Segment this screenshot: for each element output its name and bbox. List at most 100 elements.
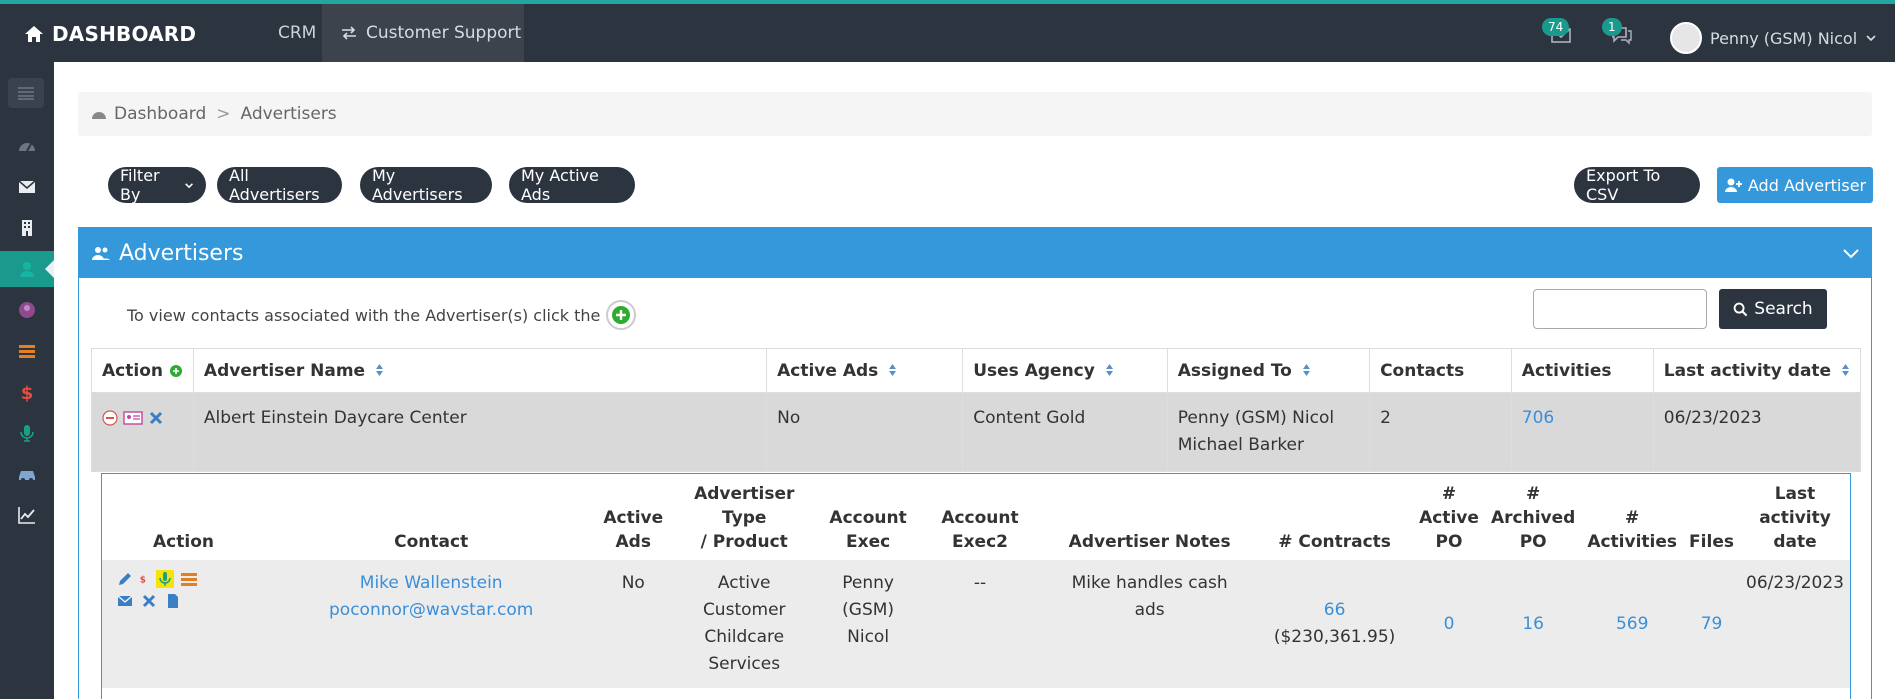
sub-col-exec2-l2: Exec2: [951, 532, 1008, 552]
my-active-ads-button[interactable]: My Active Ads: [509, 166, 635, 204]
chevron-down-icon: [185, 182, 193, 188]
breadcrumb-separator: >: [216, 104, 231, 124]
top-navbar: DASHBOARD CRM Customer Support 74 1 Penn…: [0, 0, 1895, 62]
user-plus-icon: [1724, 178, 1742, 192]
mail-notifications[interactable]: 74: [1542, 18, 1574, 46]
row-last-activity: 06/23/2023: [1652, 392, 1862, 472]
col-advertiser-name-label: Advertiser Name: [203, 360, 366, 381]
sub-col-archived-po-l1: #: [1526, 484, 1541, 504]
sub-col-active-ads: Active Ads: [597, 474, 669, 560]
home-icon: [25, 26, 43, 42]
assigned-secondary: Michael Barker: [1177, 435, 1305, 455]
active-po-link[interactable]: 0: [1413, 560, 1485, 688]
col-last-activity-date[interactable]: Last activity date: [1652, 348, 1862, 393]
delete-x-icon[interactable]: [149, 411, 163, 425]
col-active-ads[interactable]: Active Ads: [766, 348, 964, 393]
sidebar-item-vehicles[interactable]: [0, 456, 54, 492]
brand-label: DASHBOARD: [52, 22, 197, 46]
filter-by-button[interactable]: Filter By: [108, 166, 206, 204]
hint-text: To view contacts associated with the Adv…: [127, 305, 601, 325]
row-advertiser-name[interactable]: Albert Einstein Daycare Center: [192, 392, 768, 472]
contact-cell: Mike Wallenstein poconnor@wavstar.com: [265, 560, 598, 688]
exchange-icon: [342, 26, 356, 40]
sidebar-item-advertisers[interactable]: [0, 251, 54, 287]
sidebar-item-contacts[interactable]: [0, 292, 54, 328]
microphone-icon[interactable]: [156, 570, 174, 588]
delete-x-icon[interactable]: [140, 592, 158, 610]
nav-customer-support[interactable]: Customer Support: [322, 4, 524, 62]
row-actions: [91, 392, 194, 472]
sub-col-files: Files: [1689, 532, 1734, 552]
sidebar-item-buildings[interactable]: [0, 210, 54, 246]
col-uses-agency[interactable]: Uses Agency: [962, 348, 1168, 393]
nav-crm[interactable]: CRM: [270, 4, 324, 62]
files-link[interactable]: 79: [1683, 560, 1741, 688]
sidebar: $: [0, 62, 54, 699]
sidebar-item-ads[interactable]: [0, 333, 54, 369]
col-last-activity-label: Last activity date: [1663, 360, 1832, 381]
brand-link[interactable]: DASHBOARD: [24, 22, 196, 46]
contact-notes: Mike handles cash ads: [1043, 560, 1257, 688]
contact-notes-l2: ads: [1134, 600, 1165, 620]
file-icon[interactable]: [164, 592, 182, 610]
user-menu[interactable]: Penny (GSM) Nicol: [1670, 22, 1877, 54]
archived-po-link[interactable]: 16: [1484, 560, 1582, 688]
all-advertisers-button[interactable]: All Advertisers: [217, 166, 342, 204]
contact-contracts: 66 ($230,361.95): [1256, 560, 1413, 688]
row-activities-link[interactable]: 706: [1510, 392, 1654, 472]
breadcrumb-home[interactable]: Dashboard: [114, 104, 206, 124]
sidebar-item-audio[interactable]: [0, 415, 54, 451]
dollar-icon[interactable]: $: [140, 570, 150, 588]
sidebar-item-reports[interactable]: [0, 497, 54, 533]
assigned-primary: Penny (GSM) Nicol: [1177, 408, 1335, 428]
sub-col-contact: Contact: [394, 532, 469, 552]
add-advertiser-button[interactable]: Add Advertiser: [1717, 167, 1873, 203]
sidebar-item-mail[interactable]: [0, 169, 54, 205]
envelope-icon[interactable]: [116, 592, 134, 610]
list-icon: [19, 345, 35, 358]
sub-col-active-ads-l2: Ads: [615, 532, 651, 552]
dashboard-icon: [92, 112, 106, 119]
chevron-down-icon: [1866, 35, 1876, 42]
breadcrumb-current: Advertisers: [240, 104, 337, 124]
col-assigned-to[interactable]: Assigned To: [1166, 348, 1371, 393]
contact-email-link[interactable]: poconnor@wavstar.com: [271, 597, 591, 624]
panel-title: Advertisers: [119, 240, 244, 266]
microphone-icon: [20, 425, 34, 442]
contact-activities-link[interactable]: 569: [1581, 560, 1684, 688]
sort-icon: [1105, 363, 1113, 376]
sub-col-archived-po-l3: PO: [1519, 532, 1547, 552]
avatar: [1670, 22, 1702, 54]
sub-col-activities-l2: Activities: [1587, 532, 1678, 552]
collapse-chevron-icon[interactable]: [1841, 243, 1861, 263]
expand-contacts-sample: [606, 300, 637, 330]
contact-name-link[interactable]: Mike Wallenstein: [271, 570, 591, 597]
my-advertisers-button[interactable]: My Advertisers: [360, 166, 492, 204]
sidebar-toggle[interactable]: [8, 78, 44, 108]
col-advertiser-name[interactable]: Advertiser Name: [192, 348, 768, 393]
edit-pencil-icon[interactable]: [116, 570, 134, 588]
chat-notifications[interactable]: 1: [1602, 18, 1634, 46]
contracts-link[interactable]: 66: [1262, 597, 1407, 624]
chat-badge: 1: [1602, 18, 1622, 36]
list-icon[interactable]: [180, 570, 198, 588]
menu-icon: [18, 87, 34, 100]
sidebar-item-billing[interactable]: $: [0, 374, 54, 410]
sub-col-notes: Advertiser Notes: [1068, 532, 1231, 552]
contacts-table: Action Contact Active Ads Advertiser Typ…: [102, 474, 1850, 688]
sidebar-item-dashboard[interactable]: [0, 128, 54, 164]
search-button[interactable]: Search: [1719, 289, 1827, 329]
contact-last-activity: 06/23/2023: [1740, 560, 1850, 688]
search-icon: [1733, 302, 1748, 316]
collapse-minus-icon[interactable]: [102, 410, 118, 426]
plus-circle-icon[interactable]: [169, 364, 183, 378]
contact-account-exec: Penny (GSM) Nicol: [819, 560, 917, 688]
contact-exec-l2: (GSM): [842, 600, 895, 620]
dashboard-icon: [19, 143, 35, 152]
id-card-icon[interactable]: [123, 410, 144, 426]
contact-exec-l3: Nicol: [847, 627, 890, 647]
export-csv-button[interactable]: Export To CSV: [1574, 166, 1700, 204]
sub-col-archived-po: # Archived PO: [1485, 474, 1581, 560]
sub-col-active-po-l3: PO: [1435, 532, 1463, 552]
search-input[interactable]: [1533, 289, 1707, 329]
